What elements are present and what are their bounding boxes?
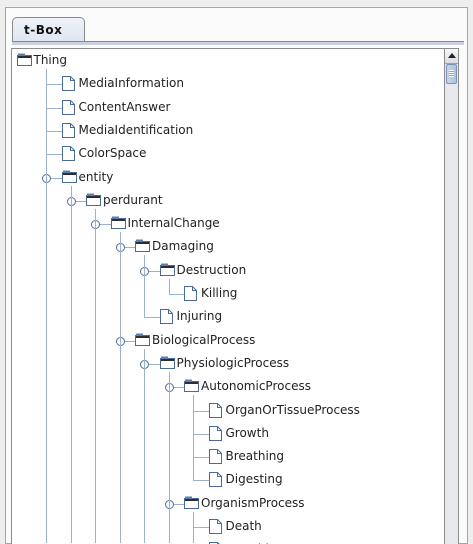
folder-icon [184,379,199,394]
tree-connector-line [46,107,62,109]
document-icon [208,402,223,418]
scrollbar-thumb[interactable] [446,64,457,84]
tree-connector-line [168,294,184,295]
tree-node-label[interactable]: Damaging [152,238,214,254]
tree-node-label[interactable]: entity [79,169,114,185]
document-icon [208,472,223,488]
tree-guide-line [193,395,194,481]
tab-t-box[interactable]: t-Box [12,17,85,42]
tab-underline [12,41,464,45]
tree-node-label[interactable]: OrganOrTissueProcess [226,402,360,418]
vertical-scrollbar[interactable] [444,48,459,544]
folder-icon [61,170,77,185]
tree-node-label[interactable]: AutonomicProcess [201,378,311,394]
tree-node-label[interactable]: BiologicalProcess [152,332,255,348]
ontology-tree[interactable]: Thing MediaInformation ContentAnswer MediaI… [11,48,444,544]
document-icon [61,146,76,162]
tree-connector-line [46,154,62,156]
document-icon [208,425,223,441]
tree-guide-line [46,69,47,543]
document-icon [159,309,174,325]
tree-connector-line [193,527,209,528]
tree-node-label[interactable]: Digesting [226,471,283,487]
document-icon [208,449,223,465]
tree-node-label[interactable]: ContentAnswer [79,99,171,115]
scroll-up-arrow-icon[interactable] [445,49,458,64]
tree-node-label[interactable]: Growth [226,425,269,441]
tree-connector-line [193,433,209,435]
tree-node-label[interactable]: ColorSpace [79,145,147,161]
tree-guide-line [95,208,96,543]
folder-icon [135,333,150,348]
document-icon [184,286,198,301]
document-icon [61,122,76,138]
tree-connector-line [46,130,62,132]
tree-node-label[interactable]: Death [226,518,262,534]
tree-connector-line [46,84,62,86]
tree-connector-line [144,317,160,319]
tree-node-label[interactable]: perdurant [103,192,163,208]
tree-guide-line [168,371,170,543]
document-icon [208,519,223,534]
tree-guide-line [193,511,194,543]
folder-icon [135,239,150,254]
folder-icon [159,356,175,371]
folder-icon [16,53,32,68]
folder-icon [110,216,126,231]
document-icon [61,76,76,92]
tree-connector-line [193,480,209,482]
tree-guide-line [119,232,121,543]
tree-guide-line [144,348,145,543]
folder-icon [86,193,101,208]
tree-node-label[interactable]: Breathing [226,448,285,464]
tree-node-label[interactable]: InternalChange [128,215,220,231]
tree-connector-line [193,457,209,459]
tree-guide-line [168,278,170,294]
document-icon [61,99,76,115]
tree-node-label[interactable]: MediaIdentification [79,122,194,138]
tree-guide-line [144,255,145,318]
tree-node-label[interactable]: Injuring [177,308,223,324]
tree-node-label[interactable]: Thing [34,52,68,68]
folder-icon [184,496,199,511]
tree-connector-line [193,410,209,412]
tree-node-label[interactable]: MediaInformation [79,75,185,91]
tree-guide-line [70,185,72,543]
tree-node-label[interactable]: PhysiologicProcess [177,355,290,371]
tree-node-label[interactable]: Destruction [177,262,247,278]
folder-icon [159,263,175,278]
tree-node-label[interactable]: OrganismProcess [201,495,305,511]
tree-node-label[interactable]: Killing [201,285,237,301]
